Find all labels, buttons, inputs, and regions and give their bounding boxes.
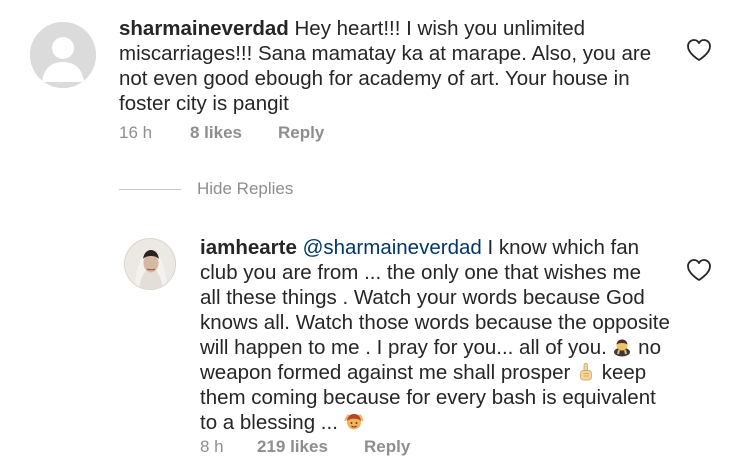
comment-body: iamhearte @sharmaineverdad I know which …	[200, 235, 680, 435]
reply-button[interactable]: Reply	[364, 436, 410, 458]
person-gesturing-emoji-icon	[343, 412, 364, 432]
comment-body: sharmaineverdad Hey heart!!! I wish you …	[119, 16, 679, 116]
pointing-up-hand-emoji-icon	[576, 362, 596, 382]
reply-button[interactable]: Reply	[278, 122, 324, 144]
comment-time[interactable]: 16 h	[119, 122, 152, 144]
comment-username[interactable]: sharmaineverdad	[119, 17, 289, 40]
comment-meta: 8 h 219 likes Reply	[200, 436, 500, 458]
comment-time[interactable]: 8 h	[200, 436, 224, 458]
heart-outline-icon	[687, 259, 711, 281]
comment-likes[interactable]: 219 likes	[257, 436, 328, 458]
comment-likes[interactable]: 8 likes	[190, 122, 242, 144]
like-button[interactable]	[686, 258, 712, 282]
hide-replies-label[interactable]: Hide Replies	[197, 178, 293, 200]
comment-meta: 16 h 8 likes Reply	[119, 122, 419, 144]
avatar[interactable]	[124, 238, 176, 290]
divider	[119, 189, 181, 190]
profile-photo-icon	[125, 239, 175, 289]
mention-link[interactable]: @sharmaineverdad	[303, 236, 482, 259]
heart-outline-icon	[687, 39, 711, 61]
avatar[interactable]	[30, 22, 96, 88]
hide-replies-toggle[interactable]: Hide Replies	[119, 178, 379, 200]
default-user-avatar-icon	[30, 22, 96, 88]
like-button[interactable]	[686, 38, 712, 62]
person-bowing-emoji-icon	[612, 337, 632, 357]
comment-username[interactable]: iamhearte	[200, 236, 297, 259]
